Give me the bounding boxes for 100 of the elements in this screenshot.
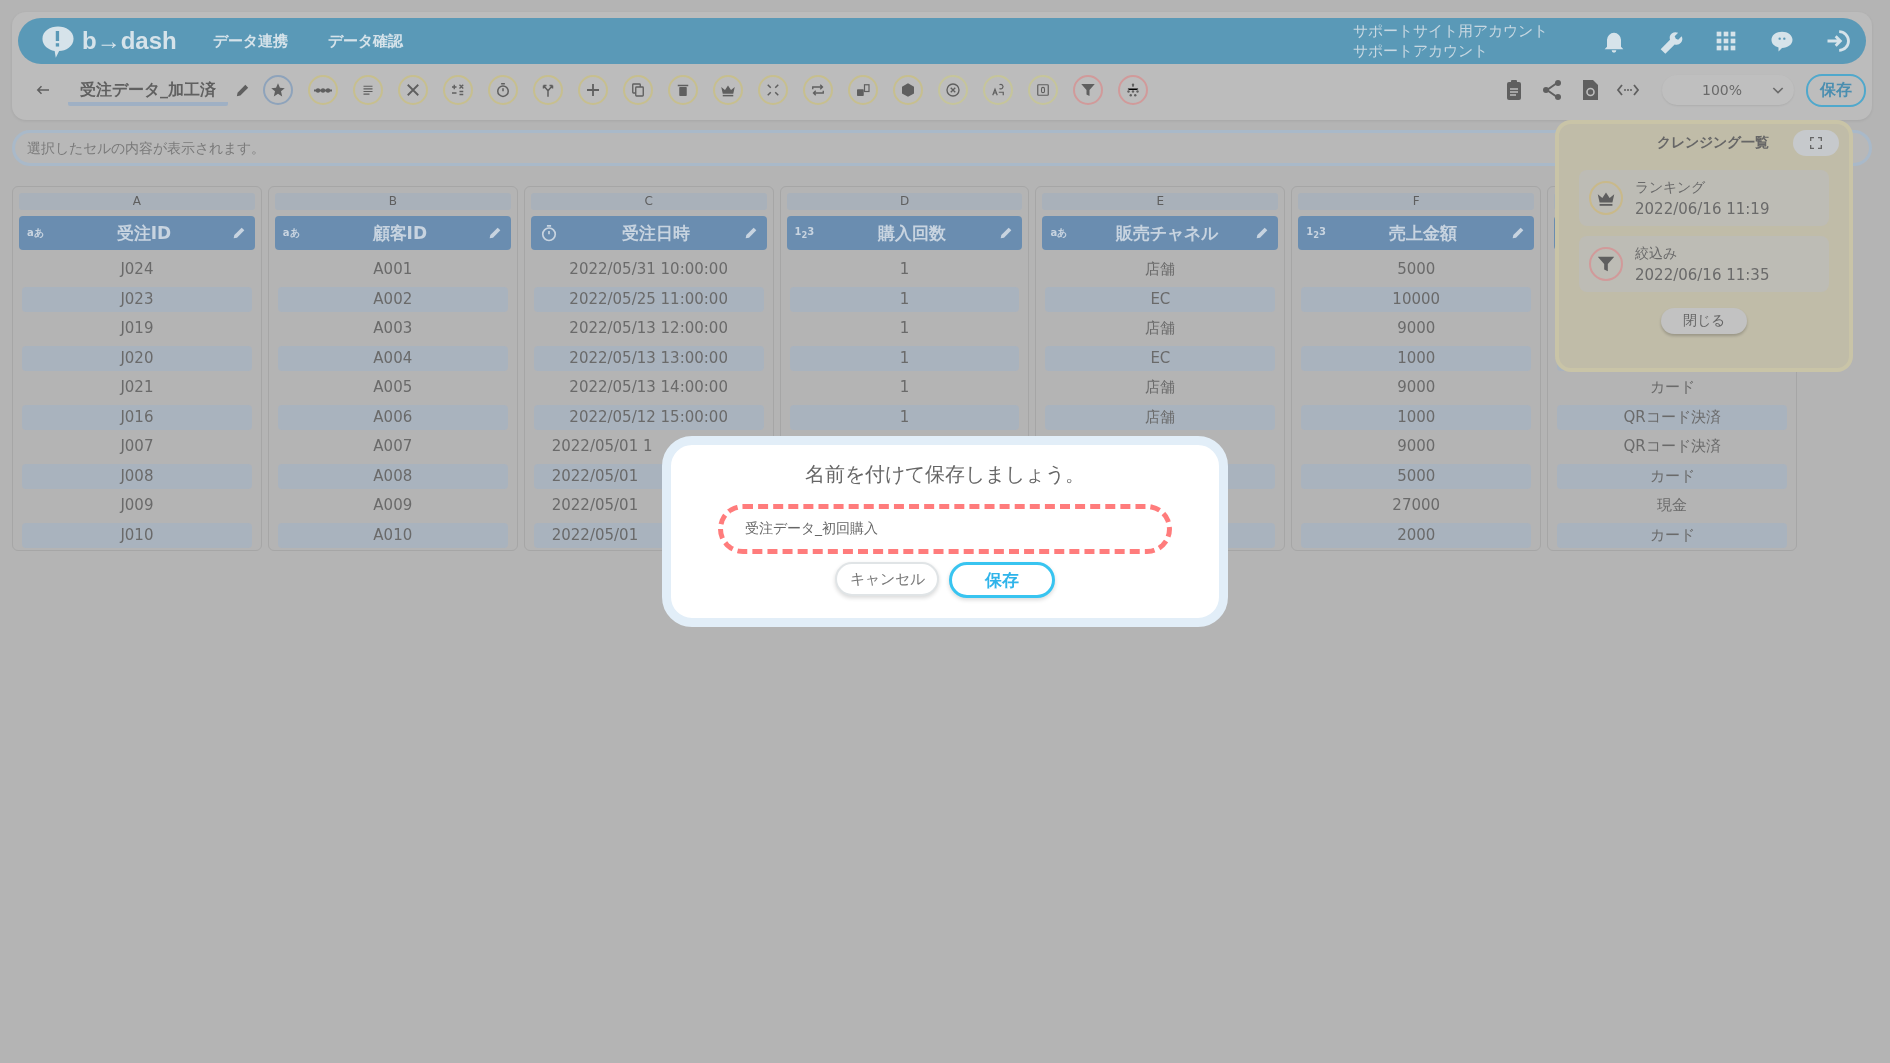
table-cell: 10000 bbox=[1301, 286, 1532, 312]
table-cell: 2000 bbox=[1301, 522, 1532, 548]
column-name: 顧客ID bbox=[371, 221, 428, 245]
table-cell-text: 1 bbox=[898, 259, 911, 280]
calculator-button[interactable] bbox=[443, 75, 473, 105]
type-label: aあ bbox=[282, 226, 301, 240]
document-title[interactable]: 受注データ_加工済 bbox=[68, 80, 228, 106]
column-header[interactable]: aあ 顧客ID bbox=[274, 216, 511, 250]
table-cell-text: A009 bbox=[372, 495, 414, 516]
table-cell: J010 bbox=[22, 522, 252, 548]
table-cell-text: 2022/05/01 1 bbox=[550, 436, 654, 457]
number-box-button[interactable] bbox=[1028, 75, 1058, 105]
stopwatch-icon bbox=[494, 81, 512, 99]
column-name: 受注日時 bbox=[620, 221, 691, 245]
list-button[interactable] bbox=[353, 75, 383, 105]
table-cell-text: A003 bbox=[372, 318, 414, 339]
zoom-select[interactable]: 100% bbox=[1661, 75, 1794, 105]
table-cell-text: 2022/05/01 bbox=[550, 495, 640, 516]
column-letter: E bbox=[1042, 193, 1279, 210]
table-cell: 2022/05/13 13:00:00 bbox=[533, 345, 764, 371]
table-cell: J016 bbox=[22, 404, 252, 430]
table-cell-text: 1 bbox=[898, 377, 911, 398]
fork-button[interactable] bbox=[533, 75, 563, 105]
logo-text[interactable]: b→dash bbox=[82, 27, 177, 55]
filter-button[interactable] bbox=[1073, 75, 1103, 105]
add-button[interactable] bbox=[578, 75, 608, 105]
cleansing-item[interactable]: 絞込み 2022/06/16 11:35 bbox=[1579, 236, 1829, 292]
close-button[interactable]: 閉じる bbox=[1661, 308, 1747, 334]
compress-button[interactable] bbox=[758, 75, 788, 105]
table-cell-text: J024 bbox=[118, 259, 155, 280]
copy-button[interactable] bbox=[623, 75, 653, 105]
column-letter: B bbox=[274, 193, 511, 210]
account-name: サポートアカウント bbox=[1353, 41, 1489, 61]
table-cell-text: J021 bbox=[118, 377, 155, 398]
cube-icon bbox=[899, 81, 917, 99]
table-cell: J008 bbox=[22, 463, 252, 489]
name-field[interactable]: 受注データ_初回購入 bbox=[718, 504, 1172, 554]
table-cell-text: A007 bbox=[372, 436, 414, 457]
save-button[interactable]: 保存 bbox=[1806, 73, 1866, 107]
delete-button[interactable] bbox=[668, 75, 698, 105]
type-label: 1$_{2}$3 bbox=[794, 226, 816, 240]
type-label: 1$_{2}$3 bbox=[1306, 226, 1328, 240]
box-button[interactable] bbox=[893, 75, 923, 105]
table-cell-text: 2022/05/13 12:00:00 bbox=[568, 318, 729, 339]
compress-icon bbox=[764, 81, 782, 99]
column-header[interactable]: aあ 受注ID bbox=[19, 216, 255, 250]
table-cell-text: 9000 bbox=[1396, 436, 1437, 457]
column-letter: A bbox=[19, 193, 255, 210]
star-icon bbox=[269, 81, 287, 99]
table-cell: 2022/05/12 15:00:00 bbox=[533, 404, 764, 430]
cancel-button[interactable]: キャンセル bbox=[835, 562, 939, 596]
cancel-icon bbox=[944, 81, 962, 99]
column-name: 販売チャネル bbox=[1114, 221, 1220, 245]
cancel-button[interactable] bbox=[938, 75, 968, 105]
column-header[interactable]: 1$_{2}$3 売上金額 bbox=[1298, 216, 1535, 250]
column-name: 売上金額 bbox=[1388, 221, 1459, 245]
table-cell-text: 2022/05/13 14:00:00 bbox=[568, 377, 729, 398]
copy-icon bbox=[629, 81, 647, 99]
table-cell: 1 bbox=[789, 345, 1020, 371]
table-cell-text: A001 bbox=[372, 259, 414, 280]
table-cell-text: カード bbox=[1648, 377, 1696, 398]
column-header[interactable]: aあ 販売チャネル bbox=[1042, 216, 1279, 250]
item-name: 絞込み bbox=[1635, 244, 1678, 263]
table-cell: 店舗 bbox=[1045, 404, 1276, 430]
star-button[interactable] bbox=[263, 75, 293, 105]
more-icon bbox=[314, 87, 332, 93]
nav-link[interactable]: データ確認 bbox=[327, 31, 403, 51]
table-cell: J023 bbox=[22, 286, 252, 312]
table-cell-text: J009 bbox=[118, 495, 155, 516]
table-cell-text: 9000 bbox=[1396, 318, 1437, 339]
plus-icon bbox=[584, 81, 602, 99]
column-header[interactable]: 1$_{2}$3 購入回数 bbox=[786, 216, 1023, 250]
table-cell: A004 bbox=[277, 345, 508, 371]
expand-button[interactable] bbox=[1793, 130, 1839, 156]
crown-button[interactable] bbox=[713, 75, 743, 105]
table-cell-text: 27000 bbox=[1391, 495, 1442, 516]
item-time: 2022/06/16 11:35 bbox=[1635, 265, 1770, 286]
expand-icon bbox=[1808, 135, 1824, 151]
number-box-icon bbox=[1034, 81, 1052, 99]
filter-icon bbox=[1079, 81, 1097, 99]
item-name: ランキング bbox=[1635, 178, 1706, 197]
nav-link[interactable]: データ連携 bbox=[212, 31, 288, 51]
table-cell-text: A005 bbox=[372, 377, 414, 398]
stopwatch-button[interactable] bbox=[488, 75, 518, 105]
more-button[interactable] bbox=[308, 75, 338, 105]
table-cell: カード bbox=[1557, 522, 1787, 548]
table-cell: EC bbox=[1045, 286, 1276, 312]
column-header[interactable]: 受注日時 bbox=[530, 216, 767, 250]
hierarchy-button[interactable] bbox=[1118, 75, 1148, 105]
column-letter: D bbox=[786, 193, 1023, 210]
table-cell-text: 2022/05/31 10:00:00 bbox=[568, 259, 729, 280]
cleansing-item[interactable]: ランキング 2022/06/16 11:19 bbox=[1579, 170, 1829, 226]
table-cell: 1000 bbox=[1301, 404, 1532, 430]
column-letter: F bbox=[1298, 193, 1535, 210]
save-button[interactable]: 保存 bbox=[949, 562, 1055, 598]
translate-button[interactable] bbox=[983, 75, 1013, 105]
type-label: aあ bbox=[27, 226, 45, 240]
repeat-button[interactable] bbox=[803, 75, 833, 105]
type-label: aあ bbox=[1050, 226, 1069, 240]
table-cell-text: 9000 bbox=[1396, 377, 1437, 398]
